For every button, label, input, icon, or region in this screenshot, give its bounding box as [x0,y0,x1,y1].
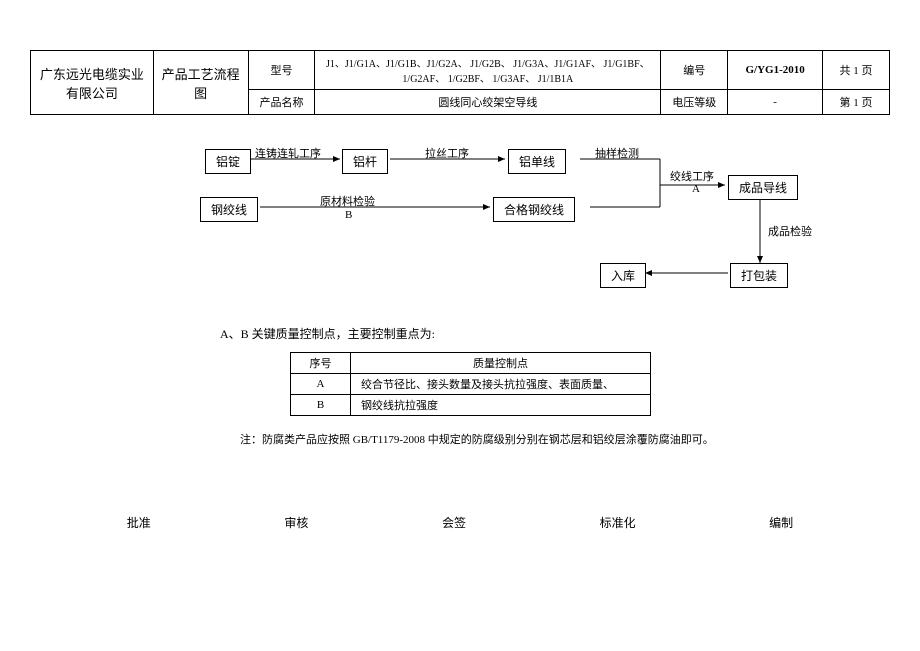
label-cast: 连铸连轧工序 [255,145,321,161]
sig-approve: 批准 [127,514,151,531]
label-strand: 绞线工序 [670,168,714,184]
product-name-value: 圆线同心绞架空导线 [315,90,661,115]
node-product: 成品导线 [728,175,798,200]
label-prod-insp: 成品检验 [768,223,812,239]
label-voltage: 电压等级 [661,90,728,115]
note-text: 注：防腐类产品应按照 GB/T1179-2008 中规定的防腐级别分别在钢芯层和… [240,431,890,447]
label-product-name: 产品名称 [248,90,315,115]
flowchart: 铝锭 铝杆 铝单线 钢绞线 合格钢绞线 成品导线 打包装 入库 连铸连轧工序 拉… [200,145,820,305]
label-sample: 抽样检测 [595,145,639,161]
company-name: 广东远光电缆实业有限公司 [31,51,154,115]
label-raw-insp: 原材料检验 [320,193,375,209]
qc-row-b-no: B [291,395,351,416]
label-model: 型号 [248,51,315,90]
node-ok-steel: 合格钢绞线 [493,197,575,222]
node-store: 入库 [600,263,646,288]
footer-signatures: 批准 审核 会签 标准化 编制 [0,514,920,531]
page-total: 共 1 页 [823,51,890,90]
model-value: J1、J1/G1A、J1/G1B、J1/G2A、 J1/G2B、 J1/G3A、… [315,51,661,90]
node-steel-strand: 钢绞线 [200,197,258,222]
qc-th-no: 序号 [291,353,351,374]
header-table: 广东远光电缆实业有限公司 产品工艺流程图 型号 J1、J1/G1A、J1/G1B… [30,50,890,115]
code-value: G/YG1-2010 [728,51,823,90]
node-al-wire: 铝单线 [508,149,566,174]
label-raw-b: B [345,209,352,221]
sig-prepare: 编制 [769,514,793,531]
sig-countersign: 会签 [442,514,466,531]
qc-table: 序号 质量控制点 A 绞合节径比、接头数量及接头抗拉强度、表面质量、 B 钢绞线… [290,352,651,416]
label-code: 编号 [661,51,728,90]
qc-row-a-point: 绞合节径比、接头数量及接头抗拉强度、表面质量、 [351,374,651,395]
node-al-rod: 铝杆 [342,149,388,174]
qc-th-point: 质量控制点 [351,353,651,374]
qc-row-b-point: 钢绞线抗拉强度 [351,395,651,416]
label-draw: 拉丝工序 [425,145,469,161]
qc-intro: A、B 关键质量控制点，主要控制重点为: [220,325,890,342]
node-al-ingot: 铝锭 [205,149,251,174]
node-pack: 打包装 [730,263,788,288]
voltage-value: - [728,90,823,115]
page-current: 第 1 页 [823,90,890,115]
sig-standardize: 标准化 [600,514,636,531]
sig-review: 审核 [284,514,308,531]
label-strand-a: A [692,183,700,195]
qc-row-a-no: A [291,374,351,395]
doc-type: 产品工艺流程图 [153,51,248,115]
